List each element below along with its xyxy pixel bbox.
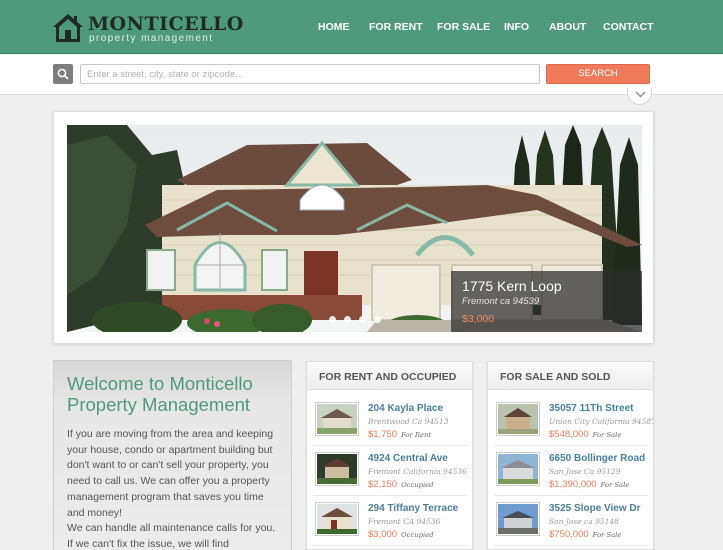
site-logo[interactable]: MONTICELLO property management — [52, 11, 243, 45]
house-icon — [53, 14, 83, 42]
listing-status: Occupied — [401, 481, 434, 489]
listing-address[interactable]: 6650 Bollinger Road — [549, 453, 645, 464]
listing-thumbnail[interactable] — [315, 402, 359, 436]
listing-price: $1,390,000 For Sale — [549, 479, 630, 490]
listing-status: For Sale — [600, 481, 630, 489]
panel-heading: FOR RENT AND OCCUPIED — [307, 362, 472, 390]
hero-city: Fremont ca 94539 — [462, 296, 540, 307]
listing-city: Brentwood Ca 94513 — [368, 417, 449, 426]
collapse-toggle[interactable] — [627, 88, 652, 105]
listing-status: For Sale — [592, 531, 622, 539]
listing-thumbnail[interactable] — [496, 452, 540, 486]
for-rent-panel: FOR RENT AND OCCUPIED 204 Kayla Place Br… — [306, 361, 473, 550]
listing-address[interactable]: 3525 Slope View Dr — [549, 503, 641, 514]
listing-address[interactable]: 204 Kayla Place — [368, 403, 443, 414]
nav-for-rent[interactable]: FOR RENT — [369, 21, 423, 35]
listing-thumbnail[interactable] — [496, 402, 540, 436]
nav-contact[interactable]: CONTACT — [603, 21, 654, 35]
nav-info[interactable]: INFO — [504, 21, 529, 35]
hero-slider: 1775 Kern Loop Fremont ca 94539 $3,000 — [53, 111, 654, 344]
slider-dot[interactable] — [344, 316, 351, 323]
search-button[interactable]: SEARCH — [546, 64, 650, 84]
listing-address[interactable]: 4924 Central Ave — [368, 453, 448, 464]
slider-dot[interactable] — [329, 316, 336, 323]
listing-city: Fremont California 94536 — [368, 467, 467, 476]
search-input[interactable] — [80, 64, 540, 84]
listing-item[interactable]: 3525 Slope View Dr San Jose ca 95148 $75… — [494, 498, 648, 546]
listing-address[interactable]: 35057 11Th Street — [549, 403, 634, 414]
welcome-paragraph: If you are moving from the area and keep… — [67, 428, 274, 519]
hero-house-photo[interactable]: 1775 Kern Loop Fremont ca 94539 $3,000 — [67, 125, 642, 332]
listing-thumbnail[interactable] — [496, 502, 540, 536]
listing-item[interactable]: 6650 Bollinger Road San Jose Ca 95129 $1… — [494, 448, 648, 496]
listing-item[interactable]: 4924 Central Ave Fremont California 9453… — [313, 448, 467, 496]
listing-price: $750,000 For Sale — [549, 529, 622, 540]
listing-item[interactable]: 204 Kayla Place Brentwood Ca 94513 $1,75… — [313, 398, 467, 446]
search-bar: SEARCH — [0, 55, 723, 95]
site-header: MONTICELLO property management HOME FOR … — [0, 0, 723, 54]
welcome-paragraph: We can handle all maintenance calls for … — [67, 522, 276, 550]
listing-city: San Jose Ca 95129 — [549, 467, 621, 476]
listing-item[interactable]: 35057 11Th Street Union City California … — [494, 398, 653, 446]
welcome-title: Welcome to Monticello Property Managemen… — [67, 373, 253, 415]
listing-city: Fremont CA 94536 — [368, 517, 441, 526]
search-icon-button[interactable] — [53, 64, 73, 84]
slider-dot[interactable] — [359, 316, 366, 323]
hero-caption[interactable]: 1775 Kern Loop Fremont ca 94539 $3,000 — [451, 271, 642, 332]
listing-status: For Sale — [592, 431, 622, 439]
listing-city: Union City California 94587 — [549, 417, 654, 426]
panel-heading: FOR SALE AND SOLD — [488, 362, 653, 390]
nav-for-sale[interactable]: FOR SALE — [437, 21, 490, 35]
hero-address: 1775 Kern Loop — [462, 278, 562, 294]
listing-price: $3,000 Occupied — [368, 529, 434, 540]
welcome-panel: Welcome to Monticello Property Managemen… — [53, 360, 292, 550]
listing-thumbnail[interactable] — [315, 452, 359, 486]
listing-address[interactable]: 294 Tiffany Terrace — [368, 503, 458, 514]
slider-dot[interactable] — [374, 316, 381, 323]
slider-dots — [329, 316, 389, 324]
listing-price: $548,000 For Sale — [549, 429, 622, 440]
hero-price: $3,000 — [462, 313, 495, 325]
nav-home[interactable]: HOME — [318, 21, 350, 35]
chevron-down-icon — [635, 91, 646, 98]
listing-city: San Jose ca 95148 — [549, 517, 619, 526]
brand-tagline: property management — [89, 33, 214, 44]
nav-about[interactable]: ABOUT — [549, 21, 586, 35]
magnifier-icon — [57, 68, 69, 80]
brand-name: MONTICELLO — [88, 13, 244, 35]
listing-thumbnail[interactable] — [315, 502, 359, 536]
listing-item[interactable]: 294 Tiffany Terrace Fremont CA 94536 $3,… — [313, 498, 467, 546]
listing-price: $1,750 For Rent — [368, 429, 432, 440]
listing-status: Occupied — [401, 531, 434, 539]
listing-price: $2,150 Occupied — [368, 479, 434, 490]
listing-status: For Rent — [401, 431, 432, 439]
for-sale-panel: FOR SALE AND SOLD 35057 11Th Street Unio… — [487, 361, 654, 550]
